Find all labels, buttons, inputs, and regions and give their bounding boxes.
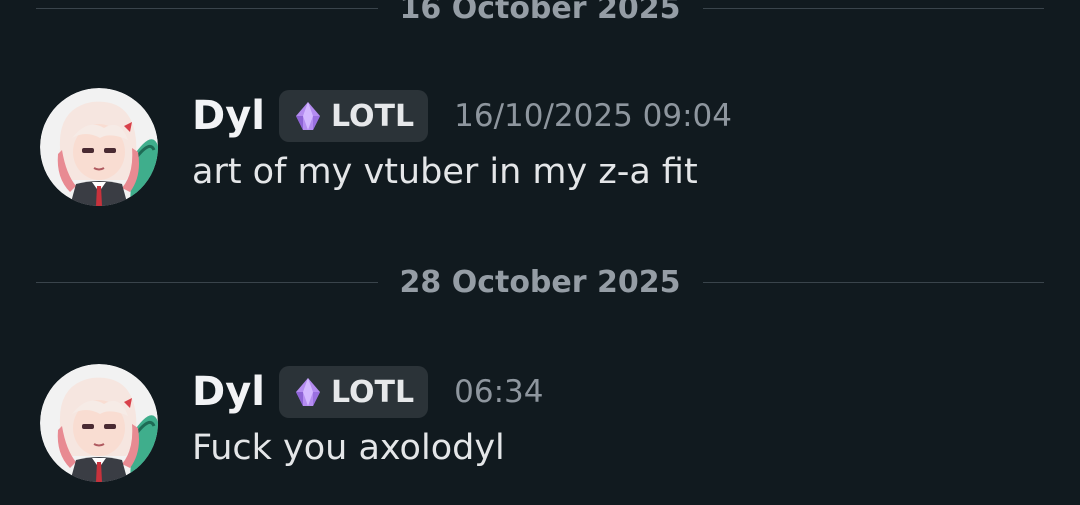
message-header: Dyl LOTL 16/10/2025 09:04 xyxy=(192,88,732,144)
purple-gem-icon xyxy=(296,378,320,406)
avatar-image xyxy=(40,88,158,206)
purple-gem-icon xyxy=(296,102,320,130)
avatar-image xyxy=(40,364,158,482)
date-divider: 28 October 2025 xyxy=(36,262,1044,302)
message-content: art of my vtuber in my z-a fit xyxy=(192,152,698,192)
divider-line xyxy=(702,7,1044,9)
message-header: Dyl LOTL 06:34 xyxy=(192,364,543,420)
message-timestamp: 16/10/2025 09:04 xyxy=(454,98,733,134)
message-timestamp: 06:34 xyxy=(454,374,544,410)
role-label: LOTL xyxy=(331,98,415,134)
role-tag[interactable]: LOTL xyxy=(279,90,429,142)
divider-line xyxy=(36,281,378,283)
date-divider-label: 28 October 2025 xyxy=(399,264,681,300)
role-label: LOTL xyxy=(331,374,415,410)
divider-line xyxy=(36,7,378,9)
avatar[interactable] xyxy=(40,364,158,482)
chat-message[interactable]: Dyl LOTL 16/10/2025 09:04 art of my vtub… xyxy=(40,88,1040,218)
date-divider: 16 October 2025 xyxy=(36,0,1044,28)
avatar[interactable] xyxy=(40,88,158,206)
username[interactable]: Dyl xyxy=(192,369,265,415)
divider-line xyxy=(702,281,1044,283)
role-tag[interactable]: LOTL xyxy=(279,366,429,418)
chat-view: 16 October 2025 Dyl LOTL 16/10/2025 09:0… xyxy=(0,0,1080,505)
date-divider-label: 16 October 2025 xyxy=(399,0,681,26)
chat-message[interactable]: Dyl LOTL 06:34 Fuck you axolodyl xyxy=(40,364,1040,494)
message-content: Fuck you axolodyl xyxy=(192,428,505,468)
username[interactable]: Dyl xyxy=(192,93,265,139)
